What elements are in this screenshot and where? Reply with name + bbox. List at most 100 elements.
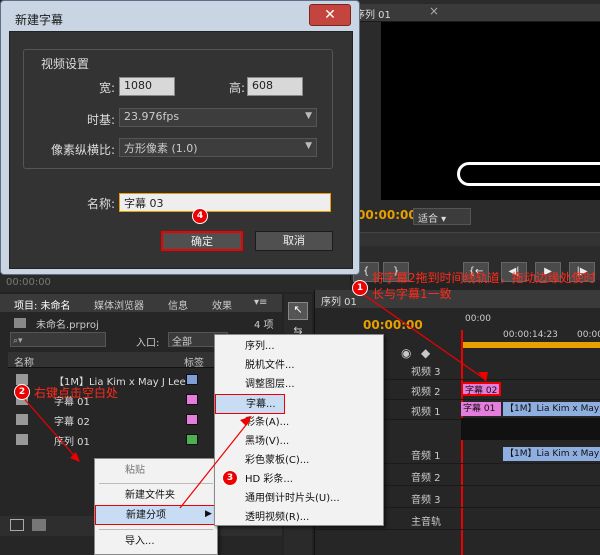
zoom-fit-select[interactable]: 适合 ▾	[413, 208, 471, 225]
col-tag[interactable]: 标签	[184, 354, 204, 369]
label-color-swatch	[186, 414, 198, 425]
video-settings-label: 视频设置	[41, 57, 90, 71]
tab-close-button[interactable]: ×	[429, 4, 439, 18]
tab-sequence[interactable]: 序列 01	[355, 6, 391, 21]
program-ruler[interactable]	[351, 232, 600, 246]
timebase-value: 23.976fps	[124, 110, 180, 123]
clip-subtitle-01[interactable]: 字幕 01	[461, 402, 501, 416]
go-to-in-button[interactable]: {←	[463, 262, 489, 282]
list-view-icon[interactable]	[10, 519, 24, 531]
timeline-tab-bar: 序列 01	[315, 290, 600, 308]
zoom-fit-value: 适合	[418, 214, 438, 225]
step-forward-button[interactable]: |▶	[569, 262, 595, 282]
submenu-item-adjustment-layer[interactable]: 调整图层...	[215, 375, 383, 395]
context-menu: 粘贴 新建文件夹 新建分项 ▶ 导入...	[94, 458, 218, 555]
list-item[interactable]: 【1M】Lia Kim x May J Lee	[10, 370, 200, 390]
title-icon	[16, 394, 28, 405]
list-item-name: 序列 01	[54, 437, 90, 448]
track-label: 音频 1	[411, 451, 441, 462]
track-label: 主音轨	[411, 517, 441, 528]
film-icon	[16, 374, 28, 385]
submenu-item-sequence[interactable]: 序列...	[215, 337, 383, 357]
label-color-swatch	[186, 374, 198, 385]
submenu-item-bars-tone[interactable]: 彩条(A)...	[215, 413, 383, 433]
submenu-item-black-video[interactable]: 黑场(V)...	[215, 432, 383, 452]
select-tool-icon[interactable]: ↖	[288, 302, 308, 320]
item-count: 4 项	[254, 320, 274, 331]
ruler-label-mid: 00:00:14:23	[503, 330, 558, 340]
program-monitor: 序列 01 × 00:00:00 适合 ▾ { } {← ◀| ▶ |▶	[350, 0, 600, 282]
timebase-select[interactable]: 23.976fps ▼	[119, 108, 317, 127]
cancel-button[interactable]: 取消	[255, 231, 333, 251]
title-icon	[16, 414, 28, 425]
work-area-bar[interactable]	[461, 342, 600, 348]
width-label: 宽:	[98, 81, 115, 95]
height-label: 高:	[228, 81, 245, 95]
list-item-name: 字幕 02	[54, 417, 90, 428]
in-select-value: 全部	[172, 337, 192, 348]
tab-media-browser[interactable]: 媒体浏览器	[94, 297, 144, 312]
pixel-aspect-select[interactable]: 方形像素 (1.0) ▼	[119, 138, 317, 157]
in-label: 入口:	[136, 338, 160, 349]
menu-item-paste[interactable]: 粘贴	[95, 461, 145, 481]
menu-item-import[interactable]: 导入...	[95, 532, 155, 552]
ok-button[interactable]: 确定	[161, 231, 243, 251]
track-label: 音频 2	[411, 473, 441, 484]
close-button[interactable]: ✕	[309, 4, 351, 26]
tab-timeline-sequence[interactable]: 序列 01	[321, 293, 357, 308]
tab-info[interactable]: 信息	[168, 297, 188, 312]
video-preview	[381, 22, 600, 200]
clip-audio-main[interactable]: 【1M】Lia Kim x May	[503, 447, 600, 461]
submenu-item-title[interactable]: 字幕...	[215, 394, 285, 414]
sequence-icon	[16, 434, 28, 445]
tab-project[interactable]: 项目: 未命名	[14, 297, 71, 312]
ruler-label-end: 00:00:29	[577, 330, 600, 340]
marker-icon[interactable]: ◆	[421, 346, 430, 360]
play-button[interactable]: ▶	[535, 262, 561, 282]
submenu-item-offline-file[interactable]: 脱机文件...	[215, 356, 383, 376]
tab-effects[interactable]: 效果	[212, 297, 232, 312]
icon-view-icon[interactable]	[32, 519, 46, 531]
column-header: 名称 标签	[8, 352, 214, 369]
folder-icon	[14, 318, 26, 328]
label-color-swatch	[186, 434, 198, 445]
col-name[interactable]: 名称	[14, 354, 34, 369]
search-icon: ⌕▾	[13, 336, 23, 346]
snap-icon[interactable]: ◉	[401, 346, 411, 360]
source-timecode: 00:00:00	[6, 277, 51, 288]
subtitle-bar-preview	[457, 162, 600, 186]
height-field[interactable]: 608	[247, 77, 303, 96]
mark-out-button[interactable]: }	[383, 262, 409, 282]
playhead-timecode: 00:00:00	[357, 208, 417, 222]
new-item-submenu: 序列... 脱机文件... 调整图层... 字幕... 彩条(A)... 黑场(V)...…	[214, 334, 384, 526]
clip-video-main[interactable]: 【1M】Lia Kim x May	[503, 402, 600, 416]
submenu-item-hd-bars[interactable]: HD 彩条...	[215, 470, 383, 490]
submenu-item-countdown[interactable]: 通用倒计时片头(U)...	[215, 489, 383, 509]
pixel-aspect-value: 方形像素 (1.0)	[124, 142, 198, 155]
pixel-aspect-label: 像素纵横比:	[50, 143, 115, 157]
list-item[interactable]: 序列 01	[10, 430, 200, 450]
submenu-item-transparent-video[interactable]: 透明视频(R)...	[215, 508, 383, 528]
name-label: 名称:	[86, 197, 115, 211]
chevron-down-icon: ▼	[305, 141, 312, 151]
track-label: 视频 2	[411, 387, 441, 398]
menu-item-new-folder[interactable]: 新建文件夹	[95, 486, 175, 506]
search-input[interactable]: ⌕▾	[10, 332, 106, 347]
name-field[interactable]: 字幕 03	[119, 193, 331, 212]
menu-item-new-item[interactable]: 新建分项	[95, 505, 217, 525]
ruler-label-start: 00:00	[465, 314, 491, 324]
clip-thumbnail	[461, 418, 600, 440]
step-back-button[interactable]: ◀|	[501, 262, 527, 282]
panel-menu-icon[interactable]: ▾≡	[254, 297, 267, 308]
timeline-timecode[interactable]: 00:00:00	[363, 318, 423, 332]
label-color-swatch	[186, 394, 198, 405]
clip-subtitle-02[interactable]: 字幕 02	[461, 382, 501, 396]
submenu-arrow-icon: ▶	[205, 509, 212, 519]
list-item[interactable]: 字幕 01	[10, 390, 200, 410]
source-timebar: 00:00:00	[0, 275, 350, 292]
program-tab-bar: 序列 01 ×	[351, 4, 600, 22]
track-label: 视频 1	[411, 407, 441, 418]
submenu-item-color-matte[interactable]: 彩色蒙板(C)...	[215, 451, 383, 471]
list-item[interactable]: 字幕 02	[10, 410, 200, 430]
width-field[interactable]: 1080	[119, 77, 175, 96]
